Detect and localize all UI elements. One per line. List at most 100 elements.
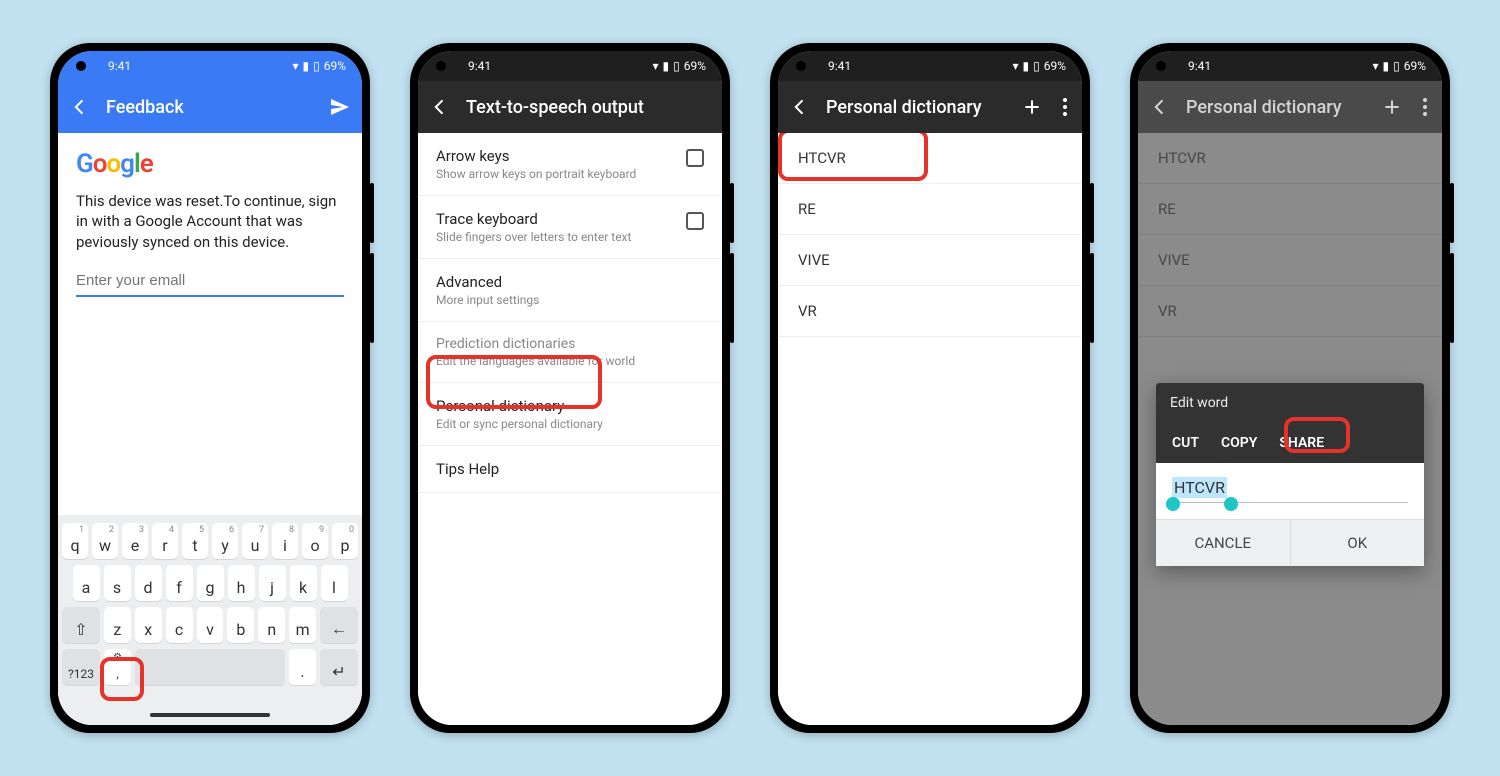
backspace-key[interactable]: ← <box>320 607 358 643</box>
setting-personal dictionary[interactable]: Personal dictionaryEdit or sync personal… <box>418 383 722 446</box>
dict-word-vive[interactable]: VIVE <box>778 235 1082 286</box>
setting-tips help[interactable]: Tips Help <box>418 446 722 493</box>
section-prediction: Prediction dictionariesEdit the language… <box>418 322 722 383</box>
key-s[interactable]: s <box>104 565 131 601</box>
app-title: Personal dictionary <box>1186 97 1366 118</box>
enter-key[interactable]: ↵ <box>320 649 358 685</box>
google-logo: Google <box>58 133 362 185</box>
dict-word-vr[interactable]: VR <box>778 286 1082 337</box>
email-field[interactable] <box>76 266 344 297</box>
soft-keyboard[interactable]: q1w2e3r4t5y6u7i8o9p0 asdfghjkl ⇧zxcvbnm←… <box>58 515 362 725</box>
gear-comma-key[interactable]: ⚙, <box>104 649 131 685</box>
selection-handle-right[interactable] <box>1224 497 1238 511</box>
space-key[interactable] <box>135 649 285 685</box>
key-o[interactable]: o9 <box>302 523 328 559</box>
ok-button[interactable]: OK <box>1291 520 1425 566</box>
key-q[interactable]: q1 <box>62 523 88 559</box>
settings-list: Arrow keysShow arrow keys on portrait ke… <box>418 133 722 725</box>
key-a[interactable]: a <box>73 565 100 601</box>
checkbox-icon[interactable] <box>686 149 704 167</box>
camera-hole <box>1156 61 1166 71</box>
battery-pct: 69% <box>324 59 346 73</box>
ctx-share[interactable]: SHARE <box>1279 435 1324 451</box>
clock: 9:41 <box>828 59 851 73</box>
key-l[interactable]: l <box>321 565 348 601</box>
back-icon[interactable] <box>1148 95 1172 119</box>
wifi-icon: ▾ <box>1372 59 1378 73</box>
key-m[interactable]: m <box>289 607 316 643</box>
key-d[interactable]: d <box>135 565 162 601</box>
key-u[interactable]: u7 <box>242 523 268 559</box>
selection-area[interactable]: HTCVR <box>1156 463 1424 519</box>
context-menu: CUT COPY SHARE <box>1156 423 1424 463</box>
battery-icon: ▯ <box>313 59 320 73</box>
key-e[interactable]: e3 <box>122 523 148 559</box>
status-icons: ▾ ▮ ▯ 69% <box>292 59 346 73</box>
setting-trace keyboard[interactable]: Trace keyboardSlide fingers over letters… <box>418 196 722 259</box>
key-j[interactable]: j <box>259 565 286 601</box>
tutorial-stage: 9:41 ▾ ▮ ▯ 69% Feedback Googl <box>10 13 1490 763</box>
add-icon[interactable] <box>1380 95 1404 119</box>
key-w[interactable]: w2 <box>92 523 118 559</box>
phone-1: 9:41 ▾ ▮ ▯ 69% Feedback Googl <box>50 43 370 733</box>
camera-hole <box>76 61 86 71</box>
setting-arrow keys[interactable]: Arrow keysShow arrow keys on portrait ke… <box>418 133 722 196</box>
wifi-icon: ▾ <box>292 59 298 73</box>
back-icon[interactable] <box>428 95 452 119</box>
period-key[interactable]: . <box>289 649 316 685</box>
back-icon[interactable] <box>788 95 812 119</box>
overflow-icon[interactable] <box>1058 95 1072 119</box>
status-bar: 9:41 ▾ ▮ ▯ 69% <box>1138 51 1442 81</box>
clock: 9:41 <box>1188 59 1211 73</box>
key-k[interactable]: k <box>290 565 317 601</box>
key-x[interactable]: x <box>135 607 162 643</box>
key-r[interactable]: r4 <box>152 523 178 559</box>
key-t[interactable]: t5 <box>182 523 208 559</box>
app-title: Feedback <box>106 97 314 118</box>
app-title: Personal dictionary <box>826 97 1006 118</box>
setting-advanced[interactable]: AdvancedMore input settings <box>418 259 722 322</box>
battery-icon: ▯ <box>1393 59 1400 73</box>
key-p[interactable]: p0 <box>332 523 358 559</box>
nav-homebar[interactable] <box>150 713 270 717</box>
cancel-button[interactable]: CANCLE <box>1156 520 1291 566</box>
key-i[interactable]: i8 <box>272 523 298 559</box>
selection-handle-left[interactable] <box>1166 497 1180 511</box>
key-g[interactable]: g <box>197 565 224 601</box>
clock: 9:41 <box>468 59 491 73</box>
checkbox-icon[interactable] <box>686 212 704 230</box>
signal-icon: ▮ <box>1383 59 1390 73</box>
key-c[interactable]: c <box>166 607 193 643</box>
key-h[interactable]: h <box>228 565 255 601</box>
key-v[interactable]: v <box>197 607 224 643</box>
dialog-buttons: CANCLE OK <box>1156 519 1424 566</box>
ctx-cut[interactable]: CUT <box>1172 435 1199 451</box>
send-icon[interactable] <box>328 95 352 119</box>
battery-icon: ▯ <box>673 59 680 73</box>
selected-text[interactable]: HTCVR <box>1172 477 1227 498</box>
frp-message: This device was reset.To continue, sign … <box>58 185 362 266</box>
dictionary-list: HTCVRREVIVEVR <box>778 133 1082 725</box>
key-n[interactable]: n <box>258 607 285 643</box>
battery-pct: 69% <box>1044 59 1066 73</box>
dict-word-re[interactable]: RE <box>778 184 1082 235</box>
battery-pct: 69% <box>684 59 706 73</box>
dict-word-htcvr[interactable]: HTCVR <box>778 133 1082 184</box>
add-icon[interactable] <box>1020 95 1044 119</box>
key-b[interactable]: b <box>227 607 254 643</box>
app-bar: Personal dictionary <box>1138 81 1442 133</box>
overflow-icon[interactable] <box>1418 95 1432 119</box>
key-z[interactable]: z <box>104 607 131 643</box>
shift-key[interactable]: ⇧ <box>62 607 100 643</box>
key-y[interactable]: y6 <box>212 523 238 559</box>
back-icon[interactable] <box>68 95 92 119</box>
ctx-copy[interactable]: COPY <box>1221 435 1257 451</box>
battery-pct: 69% <box>1404 59 1426 73</box>
phone-3: 9:41 ▾ ▮ ▯ 69% Personal dictionary <box>770 43 1090 733</box>
signal-icon: ▮ <box>1023 59 1030 73</box>
status-bar: 9:41 ▾ ▮ ▯ 69% <box>778 51 1082 81</box>
wifi-icon: ▾ <box>652 59 658 73</box>
symbols-key[interactable]: ?123 <box>62 649 100 685</box>
key-f[interactable]: f <box>166 565 193 601</box>
app-bar: Personal dictionary <box>778 81 1082 133</box>
